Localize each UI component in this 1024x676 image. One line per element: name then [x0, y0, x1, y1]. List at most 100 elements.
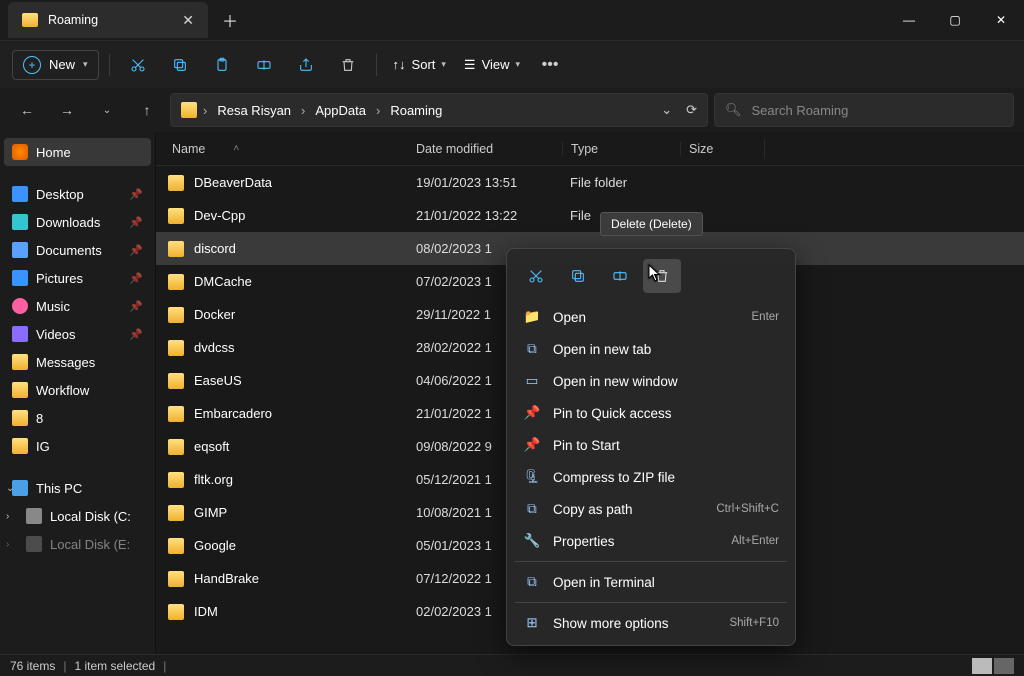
ctx-item[interactable]: 📌Pin to Quick access: [513, 397, 789, 429]
new-tab-button[interactable]: ＋: [222, 8, 238, 32]
ctx-item[interactable]: 📌Pin to Start: [513, 429, 789, 461]
minimize-button[interactable]: —: [886, 0, 932, 40]
folder-icon: [12, 242, 28, 258]
new-button[interactable]: + New ▾: [12, 50, 99, 80]
statusbar: 76 items | 1 item selected |: [0, 654, 1024, 676]
ctx-cut-button[interactable]: [517, 259, 555, 293]
table-row[interactable]: DBeaverData19/01/2023 13:51File folder: [156, 166, 1024, 199]
sort-indicator-icon: ˄: [233, 143, 239, 154]
back-button[interactable]: ←: [10, 93, 44, 127]
crumb[interactable]: Roaming: [386, 101, 446, 120]
ctx-item[interactable]: ⧉Copy as pathCtrl+Shift+C: [513, 493, 789, 525]
pin-icon: 📌: [523, 405, 541, 421]
sidebar-item[interactable]: Documents📌: [4, 236, 151, 264]
pc-icon: [12, 480, 28, 496]
view-button[interactable]: ☰View▾: [458, 57, 526, 73]
ctx-item[interactable]: 🗜Compress to ZIP file: [513, 461, 789, 493]
sidebar: Home Desktop📌Downloads📌Documents📌Picture…: [0, 132, 156, 654]
toolbar: + New ▾ ↑↓Sort▾ ☰View▾ •••: [0, 40, 1024, 88]
folder-icon: [12, 410, 28, 426]
column-headers[interactable]: Name˄ Date modified Type Size: [156, 132, 1024, 166]
large-icons-view-button[interactable]: [994, 658, 1014, 674]
plus-icon: +: [23, 56, 41, 74]
pin-icon: 📌: [129, 216, 143, 229]
ctx-copy-button[interactable]: [559, 259, 597, 293]
crumb[interactable]: Resa Risyan: [213, 101, 295, 120]
selection-count: 1 item selected: [74, 659, 155, 673]
terminal-icon: ⧉: [523, 574, 541, 590]
cut-button[interactable]: [120, 47, 156, 83]
ctx-open-terminal[interactable]: ⧉Open in Terminal: [513, 566, 789, 598]
sidebar-item[interactable]: Workflow: [4, 376, 151, 404]
disk-icon: [26, 536, 42, 552]
folder-icon: [168, 406, 184, 422]
ctx-show-more[interactable]: ⊞Show more optionsShift+F10: [513, 607, 789, 639]
details-view-button[interactable]: [972, 658, 992, 674]
folder-icon: [168, 505, 184, 521]
pin-icon: 📌: [129, 300, 143, 313]
forward-button[interactable]: →: [50, 93, 84, 127]
sidebar-item[interactable]: Messages: [4, 348, 151, 376]
close-tab-icon[interactable]: ✕: [182, 12, 194, 29]
sidebar-drive[interactable]: ›Local Disk (E:: [4, 530, 151, 558]
sidebar-item[interactable]: Music📌: [4, 292, 151, 320]
tab-title: Roaming: [48, 13, 172, 27]
folder-icon: [12, 382, 28, 398]
breadcrumb[interactable]: › Resa Risyan › AppData › Roaming ⌄ ⟳: [170, 93, 708, 127]
pin-icon: 📌: [129, 328, 143, 341]
folder-icon: [168, 571, 184, 587]
wrench-icon: 🔧: [523, 533, 541, 549]
sort-button[interactable]: ↑↓Sort▾: [387, 57, 452, 72]
ctx-item[interactable]: ⧉Open in new tab: [513, 333, 789, 365]
tab-icon: ⧉: [523, 341, 541, 357]
folder-icon: [12, 186, 28, 202]
folder-icon: [168, 538, 184, 554]
folder-icon: [22, 13, 38, 27]
ctx-delete-button[interactable]: [643, 259, 681, 293]
sidebar-item[interactable]: Downloads📌: [4, 208, 151, 236]
sidebar-item[interactable]: Videos📌: [4, 320, 151, 348]
copy-button[interactable]: [162, 47, 198, 83]
crumb[interactable]: AppData: [311, 101, 370, 120]
rename-button[interactable]: [246, 47, 282, 83]
item-count: 76 items: [10, 659, 55, 673]
sidebar-item[interactable]: Desktop📌: [4, 180, 151, 208]
close-window-button[interactable]: ✕: [978, 0, 1024, 40]
table-row[interactable]: Dev-Cpp21/01/2022 13:22File: [156, 199, 1024, 232]
maximize-button[interactable]: ▢: [932, 0, 978, 40]
ctx-item[interactable]: ▭Open in new window: [513, 365, 789, 397]
sidebar-drive[interactable]: ›Local Disk (C:: [4, 502, 151, 530]
ctx-rename-button[interactable]: [601, 259, 639, 293]
folder-icon: [181, 102, 197, 118]
recent-button[interactable]: ⌄: [90, 93, 124, 127]
up-button[interactable]: ↑: [130, 93, 164, 127]
folder-icon: [168, 604, 184, 620]
sidebar-item[interactable]: 8: [4, 404, 151, 432]
sidebar-home[interactable]: Home: [4, 138, 151, 166]
ctx-item[interactable]: 📁OpenEnter: [513, 301, 789, 333]
sidebar-this-pc[interactable]: ⌄This PC: [4, 474, 151, 502]
folder-icon: [12, 298, 28, 314]
folder-icon: [168, 175, 184, 191]
history-dropdown-icon[interactable]: ⌄: [661, 102, 672, 118]
folder-icon: [12, 326, 28, 342]
search-input[interactable]: 🔍︎ Search Roaming: [714, 93, 1014, 127]
delete-button[interactable]: [330, 47, 366, 83]
folder-icon: [168, 439, 184, 455]
ctx-item[interactable]: 🔧PropertiesAlt+Enter: [513, 525, 789, 557]
paste-button[interactable]: [204, 47, 240, 83]
titlebar: Roaming ✕ ＋ — ▢ ✕: [0, 0, 1024, 40]
window-tab[interactable]: Roaming ✕: [8, 2, 208, 38]
pin-icon: 📌: [523, 437, 541, 453]
folder-icon: [12, 438, 28, 454]
folder-icon: [168, 472, 184, 488]
sidebar-item[interactable]: Pictures📌: [4, 264, 151, 292]
share-button[interactable]: [288, 47, 324, 83]
refresh-button[interactable]: ⟳: [686, 102, 697, 118]
folder-icon: 📁: [523, 309, 541, 325]
addressbar: ← → ⌄ ↑ › Resa Risyan › AppData › Roamin…: [0, 88, 1024, 132]
folder-icon: [12, 354, 28, 370]
more-button[interactable]: •••: [532, 47, 568, 83]
sidebar-item[interactable]: IG: [4, 432, 151, 460]
context-menu: 📁OpenEnter⧉Open in new tab▭Open in new w…: [506, 248, 796, 646]
